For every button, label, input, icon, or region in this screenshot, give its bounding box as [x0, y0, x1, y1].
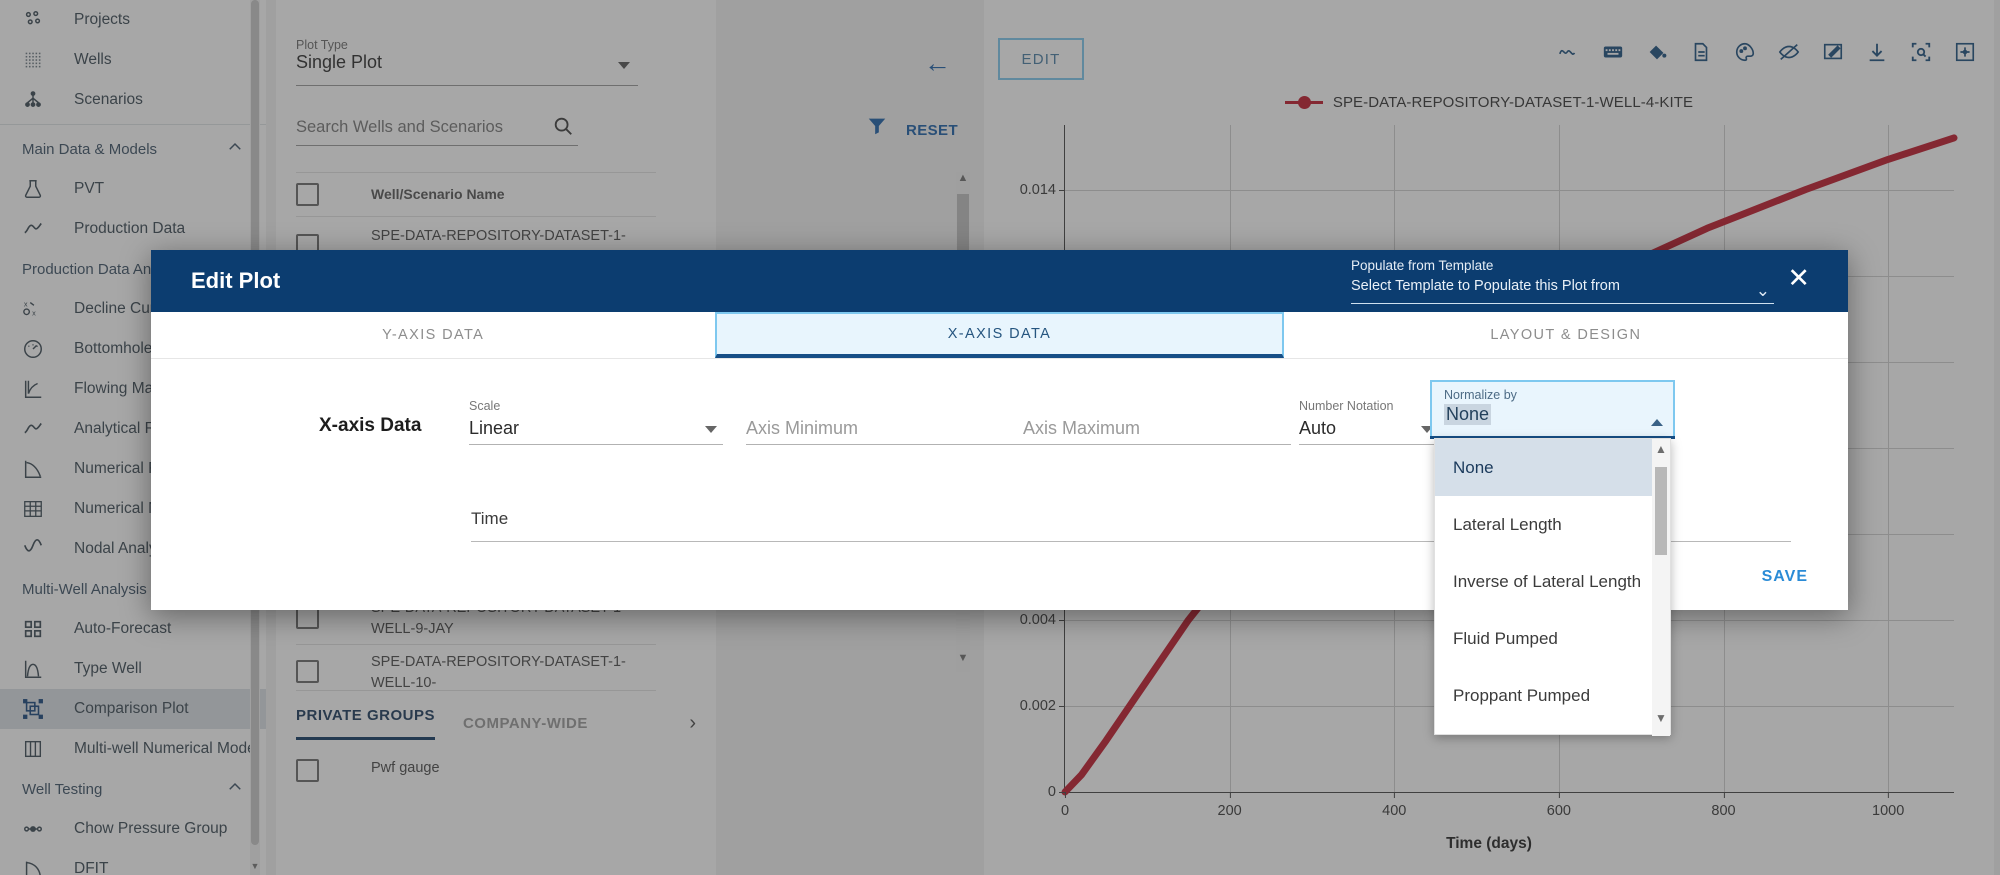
populate-from-template-label: Populate from Template [1351, 258, 1494, 273]
normalize-by-value: None [1444, 404, 1492, 425]
template-select-value: Select Template to Populate this Plot fr… [1351, 278, 1620, 294]
chevron-down-icon: ⌄ [1755, 281, 1770, 300]
chevron-down-icon [705, 426, 717, 433]
dropdown-option-fluid-pumped[interactable]: Fluid Pumped [1435, 610, 1670, 667]
dropdown-scrollbar[interactable]: ▲ ▼ [1652, 439, 1670, 736]
dropdown-option-none[interactable]: None [1435, 439, 1670, 496]
save-button[interactable]: SAVE [1762, 568, 1808, 586]
number-notation-value: Auto [1299, 418, 1337, 438]
dropdown-option-proppant-pumped[interactable]: Proppant Pumped [1435, 667, 1670, 724]
dialog-header: Edit Plot Populate from Template Select … [151, 250, 1848, 312]
dropdown-option-lateral-length[interactable]: Lateral Length [1435, 496, 1670, 553]
triangle-down-icon[interactable]: ▼ [1652, 711, 1670, 733]
number-notation-select[interactable]: Number Notation Auto [1299, 399, 1439, 445]
dropdown-option-label: Inverse of Lateral Length [1453, 571, 1642, 591]
scale-select[interactable]: Scale Linear [469, 399, 723, 445]
axis-maximum-input[interactable]: Axis Maximum [1023, 399, 1291, 445]
axis-minimum-placeholder: Axis Minimum [746, 418, 859, 438]
app-window: Projects Wells Scenarios Main Data & Models… [0, 0, 2000, 875]
tab-y-axis-data[interactable]: Y-AXIS DATA [151, 312, 715, 358]
template-select[interactable]: Select Template to Populate this Plot fr… [1351, 278, 1774, 304]
dropdown-scroll-thumb[interactable] [1655, 467, 1667, 555]
dialog-tabs: Y-AXIS DATA X-AXIS DATA LAYOUT & DESIGN [151, 312, 1848, 358]
normalize-by-dropdown: None Lateral Length Inverse of Lateral Len… [1434, 438, 1671, 736]
chevron-up-icon [1651, 419, 1663, 426]
normalize-by-label: Normalize by [1444, 388, 1517, 402]
x-axis-data-row-title: X-axis Data [319, 415, 422, 436]
axis-minimum-input[interactable]: Axis Minimum [746, 399, 1023, 445]
dialog-title: Edit Plot [191, 268, 281, 293]
number-notation-label: Number Notation [1299, 399, 1394, 413]
scale-label: Scale [469, 399, 501, 413]
close-icon[interactable]: ✕ [1787, 265, 1810, 292]
tab-layout-design[interactable]: LAYOUT & DESIGN [1284, 312, 1848, 358]
axis-maximum-placeholder: Axis Maximum [1023, 418, 1141, 438]
dropdown-option-label: None [1453, 457, 1494, 477]
triangle-up-icon[interactable]: ▲ [1652, 442, 1670, 464]
normalize-by-select[interactable]: Normalize by None [1430, 380, 1675, 438]
dropdown-option-label: Proppant Pumped [1453, 685, 1591, 705]
dropdown-option-label: Fluid Pumped [1453, 628, 1558, 648]
tab-x-axis-data[interactable]: X-AXIS DATA [715, 312, 1284, 358]
scale-value: Linear [469, 418, 520, 438]
dropdown-option-label: Lateral Length [1453, 514, 1562, 534]
dropdown-option-inverse-of-lateral-length[interactable]: Inverse of Lateral Length [1435, 553, 1670, 610]
